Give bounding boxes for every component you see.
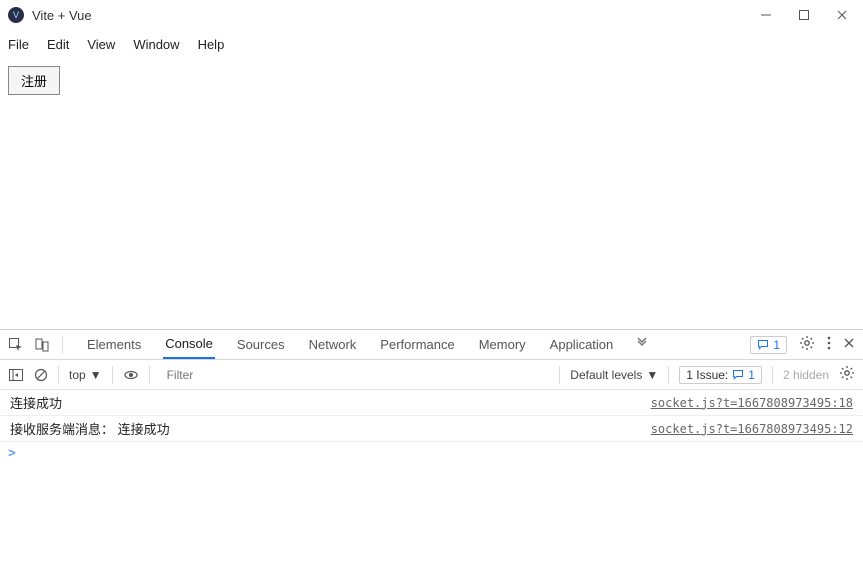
filter-input[interactable] <box>160 364 550 386</box>
message-icon <box>757 339 769 351</box>
devtools-panel: Elements Console Sources Network Perform… <box>0 329 863 561</box>
console-toolbar: top ▼ Default levels ▼ 1 Issue: 1 2 hidd… <box>0 360 863 390</box>
levels-label: Default levels <box>570 368 642 382</box>
tab-performance[interactable]: Performance <box>378 330 456 359</box>
tab-sources[interactable]: Sources <box>235 330 287 359</box>
console-message-text: 接收服务端消息： 连接成功 <box>10 419 651 438</box>
tab-network[interactable]: Network <box>307 330 359 359</box>
console-prompt[interactable]: > <box>0 442 863 465</box>
console-message-text: 连接成功 <box>10 393 651 412</box>
console-body: 连接成功 socket.js?t=1667808973495:18 接收服务端消… <box>0 390 863 561</box>
context-selector[interactable]: top ▼ <box>69 368 102 382</box>
console-message-row: 连接成功 socket.js?t=1667808973495:18 <box>0 390 863 416</box>
live-expression-icon[interactable] <box>123 367 139 383</box>
menu-edit[interactable]: Edit <box>47 37 69 52</box>
hidden-count: 2 hidden <box>783 368 829 382</box>
clear-console-icon[interactable] <box>34 368 48 382</box>
chevron-down-icon: ▼ <box>90 368 102 382</box>
app-content: 注册 <box>0 58 863 103</box>
close-devtools-icon[interactable] <box>843 337 855 352</box>
maximize-button[interactable] <box>797 8 811 22</box>
warnings-count: 1 <box>773 338 780 352</box>
console-settings-icon[interactable] <box>839 365 855 384</box>
menu-bar: File Edit View Window Help <box>0 30 863 58</box>
register-button[interactable]: 注册 <box>8 66 60 95</box>
context-label: top <box>69 368 86 382</box>
devtools-tabs-bar: Elements Console Sources Network Perform… <box>0 330 863 360</box>
menu-help[interactable]: Help <box>198 37 225 52</box>
prompt-caret-icon: > <box>8 446 16 461</box>
console-message-row: 接收服务端消息： 连接成功 socket.js?t=1667808973495:… <box>0 416 863 442</box>
tab-application[interactable]: Application <box>548 330 616 359</box>
settings-icon[interactable] <box>799 335 815 354</box>
chevron-down-icon: ▼ <box>646 368 658 382</box>
window-title: Vite + Vue <box>32 8 92 23</box>
console-message-source[interactable]: socket.js?t=1667808973495:18 <box>651 396 853 410</box>
tab-elements[interactable]: Elements <box>85 330 143 359</box>
empty-area <box>0 103 863 329</box>
app-icon: V <box>8 7 24 23</box>
device-toggle-icon[interactable] <box>34 337 50 353</box>
minimize-button[interactable] <box>759 8 773 22</box>
tab-memory[interactable]: Memory <box>477 330 528 359</box>
issues-indicator[interactable]: 1 Issue: 1 <box>679 366 762 384</box>
tab-console[interactable]: Console <box>163 330 215 359</box>
message-icon <box>732 369 744 381</box>
menu-file[interactable]: File <box>8 37 29 52</box>
warnings-badge[interactable]: 1 <box>750 336 787 354</box>
tabs-overflow-icon[interactable] <box>635 336 649 353</box>
window-controls <box>759 8 855 22</box>
log-levels-selector[interactable]: Default levels ▼ <box>570 368 658 382</box>
issues-count: 1 <box>748 368 755 382</box>
issues-label: 1 Issue: <box>686 368 728 382</box>
close-window-button[interactable] <box>835 8 849 22</box>
console-message-source[interactable]: socket.js?t=1667808973495:12 <box>651 422 853 436</box>
title-bar: V Vite + Vue <box>0 0 863 30</box>
more-icon[interactable] <box>827 335 831 354</box>
menu-view[interactable]: View <box>87 37 115 52</box>
menu-window[interactable]: Window <box>133 37 179 52</box>
inspect-element-icon[interactable] <box>8 337 24 353</box>
console-sidebar-toggle-icon[interactable] <box>8 367 24 383</box>
